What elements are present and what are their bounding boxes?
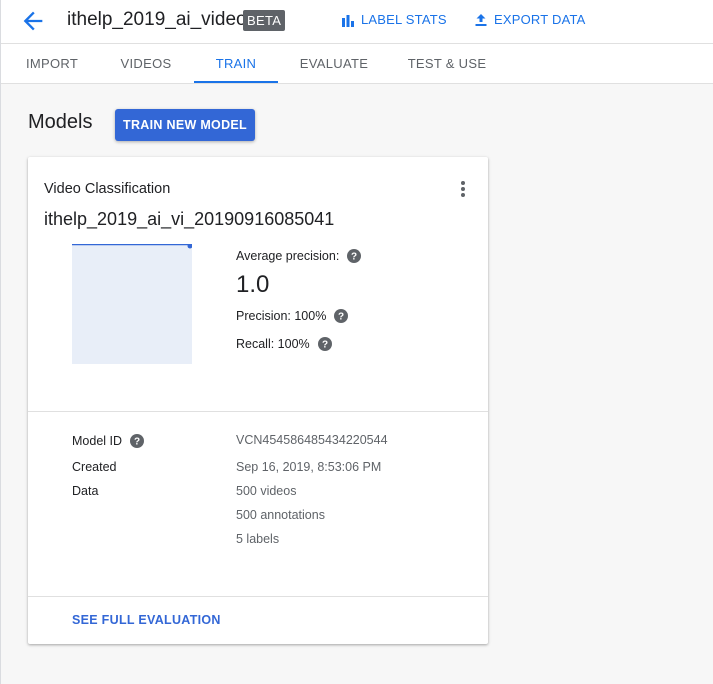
precision-recall-chart <box>72 244 192 364</box>
average-precision-text: Average precision: <box>236 249 340 263</box>
export-data-button[interactable]: EXPORT DATA <box>474 12 586 27</box>
card-menu-button[interactable] <box>453 179 473 199</box>
model-type-label: Video Classification <box>44 181 171 197</box>
page: ithelp_2019_ai_video BETA LABEL STATS EX… <box>0 0 713 684</box>
model-id-value: VCN454586485434220544 <box>236 433 388 447</box>
model-id-label-text: Model ID <box>72 434 123 448</box>
recall-text: Recall: 100% <box>236 337 310 351</box>
precision-metric: Precision: 100% ? <box>236 309 349 323</box>
model-id-label: Model ID ? <box>72 434 145 448</box>
average-precision-label: Average precision: ? <box>236 249 362 263</box>
help-icon[interactable]: ? <box>130 434 145 448</box>
export-data-label: EXPORT DATA <box>494 12 586 27</box>
see-full-evaluation-link[interactable]: SEE FULL EVALUATION <box>72 613 221 627</box>
precision-text: Precision: 100% <box>236 309 327 323</box>
label-stats-label: LABEL STATS <box>361 12 447 27</box>
dataset-title: ithelp_2019_ai_video <box>67 9 247 30</box>
data-label: Data <box>72 484 99 498</box>
model-card: Video Classification ithelp_2019_ai_vi_2… <box>28 157 488 644</box>
svg-text:?: ? <box>322 340 328 351</box>
created-value: Sep 16, 2019, 8:53:06 PM <box>236 460 382 474</box>
data-videos-count: 500 videos <box>236 484 297 498</box>
label-stats-button[interactable]: LABEL STATS <box>341 12 447 27</box>
data-labels-count: 5 labels <box>236 532 280 546</box>
tab-bar: IMPORT VIDEOS TRAIN EVALUATE TEST & USE <box>1 44 713 84</box>
tab-test-and-use[interactable]: TEST & USE <box>401 44 493 83</box>
help-icon[interactable]: ? <box>334 309 349 323</box>
bar-chart-icon <box>342 14 354 27</box>
tab-import[interactable]: IMPORT <box>11 44 93 83</box>
tab-train[interactable]: TRAIN <box>194 44 278 83</box>
active-tab-indicator <box>194 81 278 83</box>
svg-text:?: ? <box>134 437 140 448</box>
created-label: Created <box>72 460 117 474</box>
data-annotations-count: 500 annotations <box>236 508 325 522</box>
more-vert-icon <box>461 181 465 197</box>
recall-metric: Recall: 100% ? <box>236 337 332 351</box>
beta-badge: BETA <box>243 10 286 31</box>
tab-evaluate[interactable]: EVALUATE <box>291 44 377 83</box>
help-icon[interactable]: ? <box>317 337 332 351</box>
app-header: ithelp_2019_ai_video BETA LABEL STATS EX… <box>1 0 713 44</box>
models-heading: Models <box>28 111 93 133</box>
card-divider <box>28 596 488 597</box>
svg-text:?: ? <box>351 252 357 263</box>
help-icon[interactable]: ? <box>347 249 362 263</box>
train-new-model-button[interactable]: TRAIN NEW MODEL <box>115 109 255 141</box>
tab-videos[interactable]: VIDEOS <box>105 44 187 83</box>
arrow-back-icon <box>23 11 43 31</box>
upload-icon <box>475 13 487 26</box>
average-precision-value: 1.0 <box>236 271 270 298</box>
pr-curve-area <box>72 244 192 364</box>
model-name: ithelp_2019_ai_vi_20190916085041 <box>44 209 335 229</box>
card-divider <box>28 411 488 412</box>
back-button[interactable] <box>19 7 47 35</box>
svg-text:?: ? <box>338 312 344 323</box>
